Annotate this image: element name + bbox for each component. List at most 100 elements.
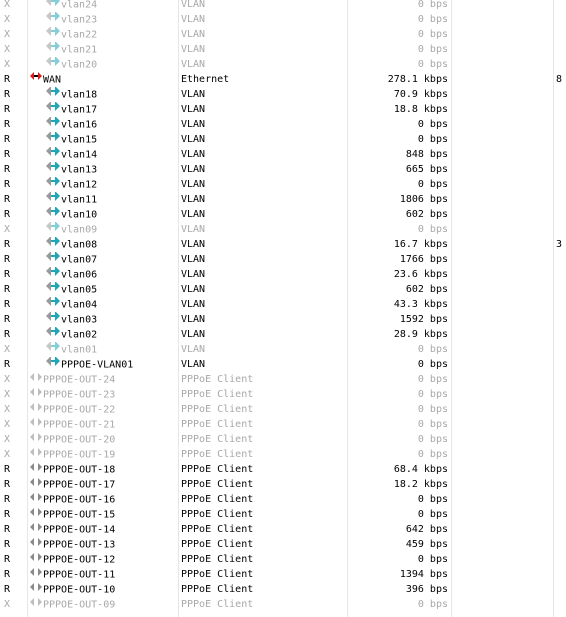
- table-row[interactable]: Rvlan18 VLAN 70.9 kbps: [0, 87, 566, 102]
- interface-name: PPPOE-VLAN01: [61, 359, 134, 371]
- table-row[interactable]: R WAN Ethernet 278.1 kbps 8: [0, 72, 566, 87]
- rx-rate: 0 bps: [417, 374, 448, 385]
- row-flag: R: [4, 119, 11, 130]
- interface-name: PPPOE-OUT-13: [43, 539, 116, 551]
- vlan-icon: [46, 177, 60, 191]
- interface-name: PPPOE-OUT-10: [43, 584, 116, 596]
- interface-name: vlan17: [61, 104, 98, 116]
- interface-type: VLAN: [181, 284, 206, 295]
- table-row[interactable]: Rvlan05 VLAN 602 bps: [0, 282, 566, 297]
- table-row[interactable]: Rvlan17 VLAN 18.8 kbps: [0, 102, 566, 117]
- rx-rate: 0 bps: [417, 419, 448, 430]
- pppoe-icon: [30, 402, 42, 416]
- interface-type: PPPoE Client: [181, 494, 254, 505]
- vlan-icon: [46, 342, 60, 356]
- table-row[interactable]: R PPPOE-OUT-10 PPPoE Client 396 bps: [0, 582, 566, 597]
- table-row[interactable]: Xvlan20 VLAN 0 bps: [0, 57, 566, 72]
- interface-type: VLAN: [181, 224, 206, 235]
- interface-name: PPPOE-OUT-22: [43, 404, 116, 416]
- tx-rate: [556, 267, 566, 282]
- table-row[interactable]: Rvlan13 VLAN 665 bps: [0, 162, 566, 177]
- table-row[interactable]: X PPPOE-OUT-19 PPPoE Client 0 bps: [0, 447, 566, 462]
- table-row[interactable]: R PPPOE-OUT-16 PPPoE Client 0 bps: [0, 492, 566, 507]
- table-row[interactable]: Rvlan15 VLAN 0 bps: [0, 132, 566, 147]
- row-flag: X: [4, 404, 11, 415]
- table-row[interactable]: R PPPOE-OUT-12 PPPoE Client 0 bps: [0, 552, 566, 567]
- table-row[interactable]: R PPPOE-OUT-18 PPPoE Client 68.4 kbps: [0, 462, 566, 477]
- table-row[interactable]: Xvlan23 VLAN 0 bps: [0, 12, 566, 27]
- table-row[interactable]: X PPPOE-OUT-23 PPPoE Client 0 bps: [0, 387, 566, 402]
- interface-type: PPPoE Client: [181, 419, 254, 430]
- interface-type: PPPoE Client: [181, 524, 254, 535]
- row-flag: X: [4, 449, 11, 460]
- table-row[interactable]: Rvlan12 VLAN 0 bps: [0, 177, 566, 192]
- vlan-icon: [46, 357, 60, 371]
- interface-name-cell: PPPOE-OUT-22: [30, 402, 178, 417]
- interface-type: PPPoE Client: [181, 584, 254, 595]
- table-row[interactable]: Xvlan24 VLAN 0 bps: [0, 0, 566, 12]
- table-row[interactable]: R PPPOE-OUT-13 PPPoE Client 459 bps: [0, 537, 566, 552]
- interface-type: PPPoE Client: [181, 479, 254, 490]
- interface-name-cell: PPPOE-OUT-19: [30, 447, 178, 462]
- table-row[interactable]: Rvlan02 VLAN 28.9 kbps: [0, 327, 566, 342]
- row-flag: R: [4, 179, 11, 190]
- rx-rate: 459 bps: [405, 539, 448, 550]
- interface-name-cell: vlan02: [30, 327, 178, 342]
- table-row[interactable]: R PPPOE-OUT-17 PPPoE Client 18.2 kbps: [0, 477, 566, 492]
- table-row[interactable]: R PPPOE-OUT-11 PPPoE Client 1394 bps: [0, 567, 566, 582]
- vlan-icon: [46, 27, 60, 41]
- table-row[interactable]: Xvlan09 VLAN 0 bps: [0, 222, 566, 237]
- pppoe-icon: [30, 372, 42, 386]
- pppoe-icon: [30, 432, 42, 446]
- table-row[interactable]: Rvlan06 VLAN 23.6 kbps: [0, 267, 566, 282]
- interface-name-cell: vlan16: [30, 117, 178, 132]
- rx-rate: 1806 bps: [399, 194, 448, 205]
- vlan-icon: [46, 42, 60, 56]
- interface-type: VLAN: [181, 0, 206, 10]
- interface-name: PPPOE-OUT-09: [43, 599, 116, 611]
- row-flag: R: [4, 164, 11, 175]
- table-row[interactable]: Rvlan16 VLAN 0 bps: [0, 117, 566, 132]
- pppoe-icon: [30, 462, 42, 476]
- interface-rows: Xvlan24 VLAN 0 bps Xvlan23 VLAN 0 bps Xvlan22 V…: [0, 0, 566, 612]
- interface-name-cell: vlan18: [30, 87, 178, 102]
- row-flag: X: [4, 419, 11, 430]
- tx-rate: [556, 102, 566, 117]
- table-row[interactable]: Xvlan22 VLAN 0 bps: [0, 27, 566, 42]
- table-row[interactable]: Rvlan11 VLAN 1806 bps: [0, 192, 566, 207]
- table-row[interactable]: R PPPOE-OUT-14 PPPoE Client 642 bps: [0, 522, 566, 537]
- table-row[interactable]: X PPPOE-OUT-22 PPPoE Client 0 bps: [0, 402, 566, 417]
- table-row[interactable]: Xvlan21 VLAN 0 bps: [0, 42, 566, 57]
- table-row[interactable]: Rvlan07 VLAN 1766 bps: [0, 252, 566, 267]
- table-row[interactable]: X PPPOE-OUT-24 PPPoE Client 0 bps: [0, 372, 566, 387]
- interface-name: vlan18: [61, 89, 98, 101]
- row-flag: R: [4, 329, 11, 340]
- table-row[interactable]: X PPPOE-OUT-21 PPPoE Client 0 bps: [0, 417, 566, 432]
- row-flag: X: [4, 599, 11, 610]
- interface-type: VLAN: [181, 239, 206, 250]
- row-flag: R: [4, 89, 11, 100]
- table-row[interactable]: X PPPOE-OUT-20 PPPoE Client 0 bps: [0, 432, 566, 447]
- table-row[interactable]: Rvlan14 VLAN 848 bps: [0, 147, 566, 162]
- rx-rate: 278.1 kbps: [387, 74, 448, 85]
- vlan-icon: [46, 237, 60, 251]
- tx-rate: [556, 507, 566, 522]
- pppoe-icon: [30, 492, 42, 506]
- table-row[interactable]: Xvlan01 VLAN 0 bps: [0, 342, 566, 357]
- table-row[interactable]: Rvlan03 VLAN 1592 bps: [0, 312, 566, 327]
- tx-rate: [556, 162, 566, 177]
- tx-rate: [556, 417, 566, 432]
- interface-type: VLAN: [181, 254, 206, 265]
- table-row[interactable]: Rvlan10 VLAN 602 bps: [0, 207, 566, 222]
- vlan-icon: [46, 192, 60, 206]
- interface-type: VLAN: [181, 269, 206, 280]
- pppoe-icon: [30, 477, 42, 491]
- table-row[interactable]: X PPPOE-OUT-09 PPPoE Client 0 bps: [0, 597, 566, 612]
- table-row[interactable]: Rvlan04 VLAN 43.3 kbps: [0, 297, 566, 312]
- table-row[interactable]: R PPPOE-OUT-15 PPPoE Client 0 bps: [0, 507, 566, 522]
- table-row[interactable]: Rvlan08 VLAN 16.7 kbps 3: [0, 237, 566, 252]
- row-flag: R: [4, 299, 11, 310]
- table-row[interactable]: R PPPOE-VLAN01 VLAN 0 bps: [0, 357, 566, 372]
- tx-rate: [556, 522, 566, 537]
- interface-type: PPPoE Client: [181, 569, 254, 580]
